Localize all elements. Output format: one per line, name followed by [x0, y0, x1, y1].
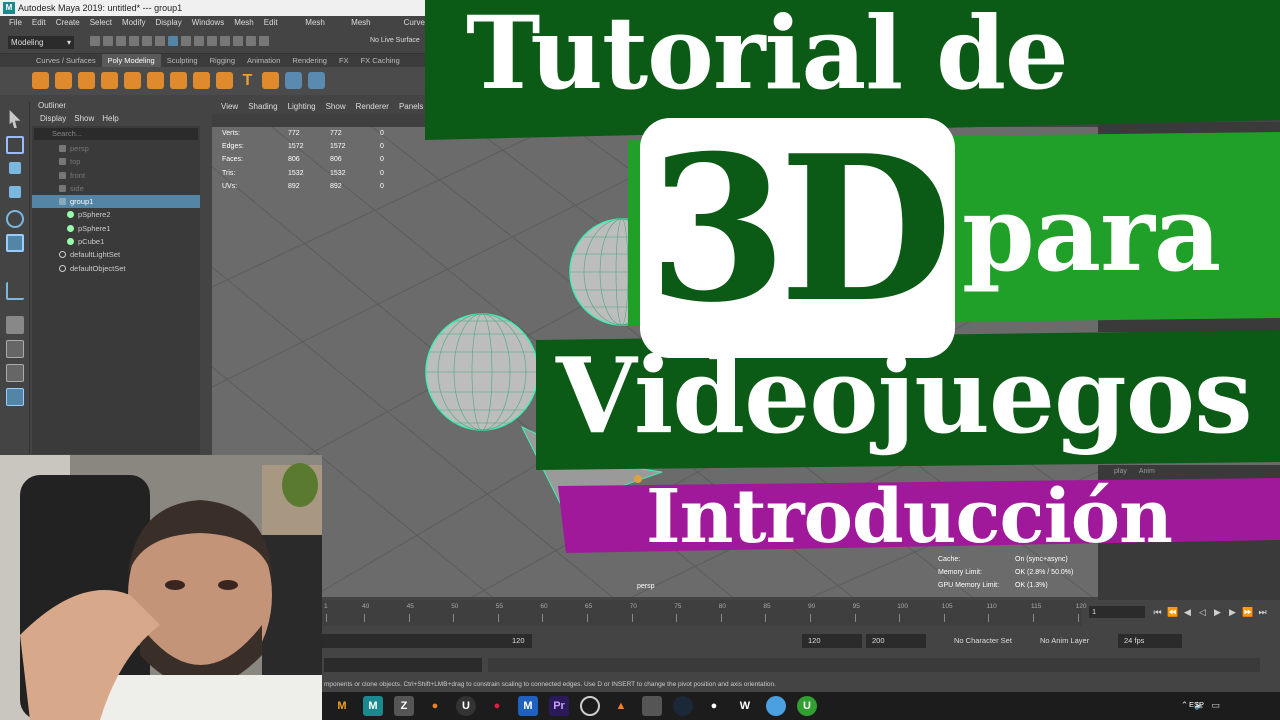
banner-line-2-big: 3D: [648, 112, 953, 347]
banner-line-4: Introducción: [646, 474, 1173, 560]
banner-line-3: Videojuegos: [556, 334, 1253, 457]
banner-line-1: Tutorial de: [466, 0, 1069, 112]
banner-line-2-small: para: [962, 172, 1221, 295]
